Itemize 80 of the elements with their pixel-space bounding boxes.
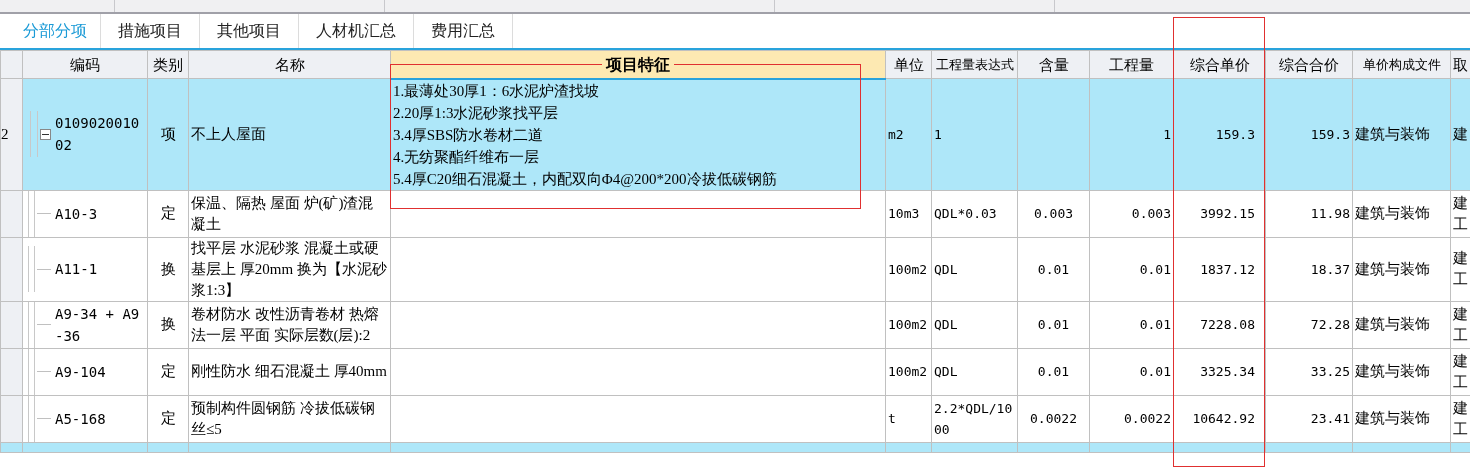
price-file-cell: 建筑与装饰 bbox=[1352, 237, 1451, 301]
column-header: 单位 bbox=[885, 50, 932, 79]
code-text: A5-168 bbox=[55, 409, 107, 429]
name-cell: 预制构件圆钢筋 冷拔低碳钢丝≤5 bbox=[188, 395, 391, 442]
unit-cell: 100m2 bbox=[885, 301, 932, 348]
name-cell: 卷材防水 改性沥青卷材 热熔法一层 平面 实际层数(层):2 bbox=[188, 301, 391, 348]
unit-cell: 10m3 bbox=[885, 190, 932, 237]
code-text: A9-104 bbox=[55, 362, 107, 382]
unit-price-cell: 3992.15 bbox=[1173, 190, 1266, 237]
name-cell: 刚性防水 细石混凝土 厚40mm bbox=[188, 348, 391, 395]
price-file-cell: 建筑与装饰 bbox=[1352, 348, 1451, 395]
unit-cell: 100m2 bbox=[885, 348, 932, 395]
name-cell: 找平层 水泥砂浆 混凝土或硬基层上 厚20mm 换为【水泥砂浆1:3】 bbox=[188, 237, 391, 301]
expression-cell: 1 bbox=[931, 78, 1018, 190]
content-cell: 0.003 bbox=[1017, 190, 1090, 237]
tab[interactable]: 人材机汇总 bbox=[299, 14, 414, 48]
unit-cell: t bbox=[885, 395, 932, 442]
feature-line: 4.无纺聚酯纤维布一层 bbox=[393, 147, 540, 167]
column-header: 项目特征 bbox=[390, 50, 886, 79]
unit-cell: m2 bbox=[885, 78, 932, 190]
table-row[interactable]: A11-1 换 找平层 水泥砂浆 混凝土或硬基层上 厚20mm 换为【水泥砂浆1:3】 100m2 QDL 0.01 0.01 1837.12 18.37 建筑与装饰 建工 bbox=[0, 237, 1470, 301]
expression-cell: 2.2*QDL/1000 bbox=[931, 395, 1018, 442]
unit-price-cell: 1837.12 bbox=[1173, 237, 1266, 301]
row-number: 2 bbox=[0, 78, 23, 190]
column-header: 名称 bbox=[188, 50, 391, 79]
price-file-cell: 建筑与装饰 bbox=[1352, 78, 1451, 190]
category-cell: 定 bbox=[147, 395, 189, 442]
feature-line: 2.20厚1:3水泥砂浆找平层 bbox=[393, 103, 559, 123]
code-text: 010902001002 bbox=[55, 114, 141, 156]
unit-price-cell: 3325.34 bbox=[1173, 348, 1266, 395]
column-header: 取 bbox=[1450, 50, 1470, 79]
column-header: 工程量表达式 bbox=[931, 50, 1018, 79]
total-price-cell: 72.28 bbox=[1265, 301, 1353, 348]
column-header: 综合合价 bbox=[1265, 50, 1353, 79]
code-text: A9-34 + A9-36 bbox=[55, 304, 141, 346]
tab[interactable]: 其他项目 bbox=[200, 14, 299, 48]
code-text: A10-3 bbox=[55, 204, 99, 224]
content-cell: 0.01 bbox=[1017, 348, 1090, 395]
feature-line: 1.最薄处30厚1：6水泥炉渣找坡 bbox=[393, 81, 600, 101]
column-header: 编码 bbox=[22, 50, 148, 79]
table-row[interactable]: A9-34 + A9-36 换 卷材防水 改性沥青卷材 热熔法一层 平面 实际层数(层):2 100m2 QDL 0.01 0.01 7228.08 72.28 建筑与装饰 建工 bbox=[0, 301, 1470, 348]
total-price-cell: 33.25 bbox=[1265, 348, 1353, 395]
column-header: 综合单价 bbox=[1173, 50, 1266, 79]
category-cell: 换 bbox=[147, 301, 189, 348]
content-cell: 0.0022 bbox=[1017, 395, 1090, 442]
expression-cell: QDL*0.03 bbox=[931, 190, 1018, 237]
category-cell: 换 bbox=[147, 237, 189, 301]
total-price-cell: 18.37 bbox=[1265, 237, 1353, 301]
total-price-cell: 159.3 bbox=[1265, 78, 1353, 190]
expression-cell: QDL bbox=[931, 348, 1018, 395]
expression-cell: QDL bbox=[931, 237, 1018, 301]
column-header: 工程量 bbox=[1089, 50, 1174, 79]
tab[interactable]: 费用汇总 bbox=[414, 14, 513, 48]
category-cell: 项 bbox=[147, 78, 189, 190]
price-file-cell: 建筑与装饰 bbox=[1352, 190, 1451, 237]
column-header: 单价构成文件 bbox=[1352, 50, 1451, 79]
unit-cell: 100m2 bbox=[885, 237, 932, 301]
content-cell: 0.01 bbox=[1017, 237, 1090, 301]
price-file-cell: 建筑与装饰 bbox=[1352, 301, 1451, 348]
tab[interactable]: 措施项目 bbox=[101, 14, 200, 48]
total-price-cell: 11.98 bbox=[1265, 190, 1353, 237]
table-row[interactable]: A9-104 定 刚性防水 细石混凝土 厚40mm 100m2 QDL 0.01 0.01 3325.34 33.25 建筑与装饰 建工 bbox=[0, 348, 1470, 395]
table-row[interactable]: 2 010902001002 项 不上人屋面 1.最薄处30厚1：6水泥炉渣找坡 2.20厚1:3水泥砂浆找平层 3.4厚SBS防水卷材二道 4.无纺聚酯纤维布一层 5.4厚C20细石混凝土，内配双向Φ4@200*200冷拔低碳钢筋 m2 1 1 159.3 159.3 建筑与装饰 建 bbox=[0, 78, 1470, 190]
unit-price-cell: 159.3 bbox=[1173, 78, 1266, 190]
expression-cell: QDL bbox=[931, 301, 1018, 348]
unit-price-cell: 10642.92 bbox=[1173, 395, 1266, 442]
code-text: A11-1 bbox=[55, 260, 99, 279]
feature-line: 5.4厚C20细石混凝土，内配双向Φ4@200*200冷拔低碳钢筋 bbox=[393, 169, 777, 189]
table-row[interactable]: A10-3 定 保温、隔热 屋面 炉(矿)渣混凝土 10m3 QDL*0.03 0.003 0.003 3992.15 11.98 建筑与装饰 建工 bbox=[0, 190, 1470, 237]
category-cell: 定 bbox=[147, 348, 189, 395]
unit-price-cell: 7228.08 bbox=[1173, 301, 1266, 348]
table-row[interactable]: A5-168 定 预制构件圆钢筋 冷拔低碳钢丝≤5 t 2.2*QDL/1000 0.0022 0.0022 10642.92 23.41 建筑与装饰 建工 bbox=[0, 395, 1470, 442]
content-cell: 0.01 bbox=[1017, 301, 1090, 348]
price-file-cell: 建筑与装饰 bbox=[1352, 395, 1451, 442]
category-cell: 定 bbox=[147, 190, 189, 237]
column-header: 类别 bbox=[147, 50, 189, 79]
total-price-cell: 23.41 bbox=[1265, 395, 1353, 442]
feature-line: 3.4厚SBS防水卷材二道 bbox=[393, 125, 544, 145]
column-header: 含量 bbox=[1017, 50, 1090, 79]
collapse-icon[interactable] bbox=[40, 128, 51, 140]
